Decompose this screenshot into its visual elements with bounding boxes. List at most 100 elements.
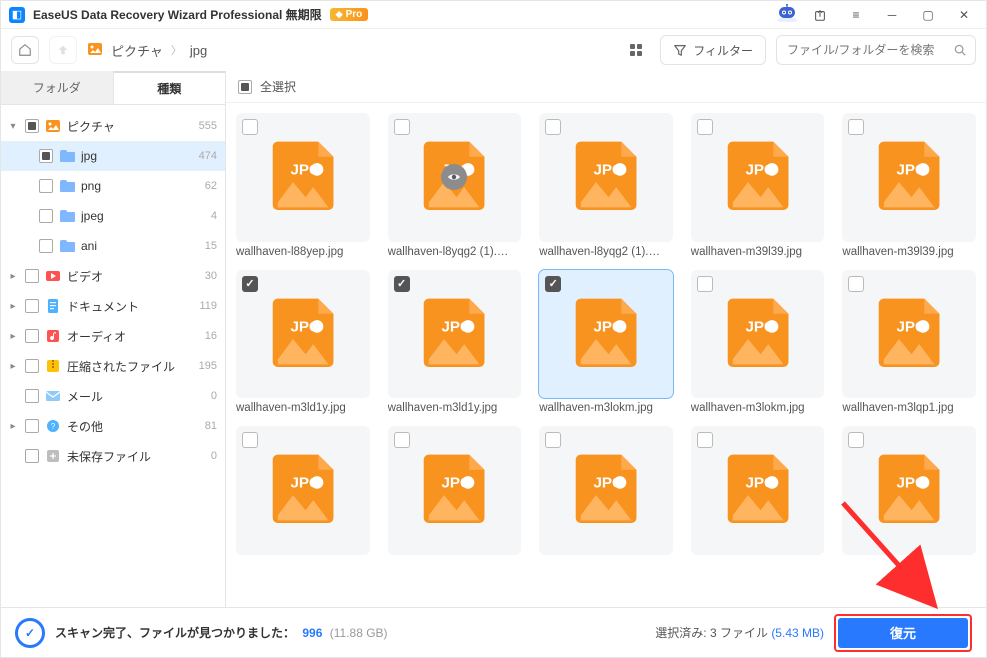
pic-icon <box>45 118 61 134</box>
file-card[interactable]: wallhaven-l88yep.jpg <box>236 113 370 258</box>
tree-item-checkbox[interactable] <box>25 389 39 403</box>
file-card[interactable]: wallhaven-m3lqp1.jpg <box>842 270 976 415</box>
select-all-label: 全選択 <box>260 78 296 95</box>
select-all-row[interactable]: 全選択 <box>226 71 986 103</box>
tree-item-checkbox[interactable] <box>39 179 53 193</box>
file-name: wallhaven-m3ld1y.jpg <box>388 402 522 414</box>
tree-item-checkbox[interactable] <box>25 329 39 343</box>
file-checkbox[interactable] <box>848 276 864 292</box>
sidebar-item-ani[interactable]: ani15 <box>1 231 225 261</box>
menu-button-icon[interactable]: ≡ <box>842 4 870 26</box>
view-toggle-grid[interactable] <box>622 36 650 64</box>
file-card[interactable] <box>236 426 370 559</box>
tree-item-checkbox[interactable] <box>25 299 39 313</box>
assistant-icon[interactable] <box>776 4 798 25</box>
search-input[interactable] <box>785 42 953 58</box>
file-checkbox[interactable] <box>697 119 713 135</box>
chevron-down-icon[interactable]: ▾ <box>7 121 19 132</box>
file-card[interactable]: wallhaven-m39l39.jpg <box>691 113 825 258</box>
file-thumbnail[interactable] <box>236 270 370 399</box>
breadcrumb-item[interactable]: jpg <box>190 43 207 58</box>
tree-item-checkbox[interactable] <box>25 359 39 373</box>
filter-button[interactable]: フィルター <box>660 35 766 65</box>
chevron-right-icon[interactable]: ▸ <box>7 331 19 342</box>
maximize-button-icon[interactable]: ▢ <box>914 4 942 26</box>
minimize-button-icon[interactable]: ─ <box>878 4 906 26</box>
file-card[interactable] <box>539 426 673 559</box>
tree-item-checkbox[interactable] <box>39 149 53 163</box>
export-button-icon[interactable] <box>806 4 834 26</box>
file-card[interactable]: wallhaven-l8yqg2 (1).… <box>539 113 673 258</box>
tab-type[interactable]: 種類 <box>113 71 226 104</box>
file-card[interactable] <box>388 426 522 559</box>
chevron-right-icon[interactable]: ▸ <box>7 301 19 312</box>
breadcrumb-item[interactable]: ピクチャ <box>111 41 163 60</box>
home-button[interactable] <box>11 36 39 64</box>
chevron-right-icon[interactable]: ▸ <box>7 271 19 282</box>
file-card[interactable]: wallhaven-l8yqg2 (1).… <box>388 113 522 258</box>
chevron-right-icon[interactable]: ▸ <box>7 421 19 432</box>
file-checkbox[interactable] <box>545 119 561 135</box>
sidebar-item-archives[interactable]: ▸圧縮されたファイル195 <box>1 351 225 381</box>
file-thumbnail[interactable] <box>842 426 976 555</box>
file-checkbox[interactable] <box>394 119 410 135</box>
tree-item-checkbox[interactable] <box>25 419 39 433</box>
file-thumbnail[interactable] <box>691 426 825 555</box>
recover-button[interactable]: 復元 <box>838 618 968 648</box>
tree-item-checkbox[interactable] <box>25 269 39 283</box>
file-card[interactable]: wallhaven-m39l39.jpg <box>842 113 976 258</box>
sidebar-item-mail[interactable]: メール0 <box>1 381 225 411</box>
close-button-icon[interactable]: ✕ <box>950 4 978 26</box>
file-thumbnail[interactable] <box>388 270 522 399</box>
file-thumbnail[interactable] <box>236 426 370 555</box>
file-thumbnail[interactable] <box>842 270 976 399</box>
file-checkbox[interactable] <box>394 276 410 292</box>
sidebar-item-other[interactable]: ▸その他81 <box>1 411 225 441</box>
file-checkbox[interactable] <box>545 276 561 292</box>
file-thumbnail[interactable] <box>691 113 825 242</box>
file-thumbnail[interactable] <box>539 426 673 555</box>
sidebar-item-documents[interactable]: ▸ドキュメント119 <box>1 291 225 321</box>
file-thumbnail[interactable] <box>539 270 673 399</box>
sidebar-item-videos[interactable]: ▸ビデオ30 <box>1 261 225 291</box>
file-checkbox[interactable] <box>242 432 258 448</box>
tree-item-checkbox[interactable] <box>25 119 39 133</box>
file-checkbox[interactable] <box>394 432 410 448</box>
sidebar-item-jpg[interactable]: jpg474 <box>1 141 225 171</box>
tree-item-checkbox[interactable] <box>25 449 39 463</box>
tab-folder[interactable]: フォルダ <box>1 71 113 104</box>
file-checkbox[interactable] <box>242 119 258 135</box>
file-card[interactable] <box>842 426 976 559</box>
file-checkbox[interactable] <box>848 119 864 135</box>
tree-item-checkbox[interactable] <box>39 239 53 253</box>
up-button[interactable] <box>49 36 77 64</box>
file-card[interactable]: wallhaven-m3lokm.jpg <box>691 270 825 415</box>
jpg-file-icon <box>255 291 351 378</box>
file-thumbnail[interactable] <box>691 270 825 399</box>
tree-item-checkbox[interactable] <box>39 209 53 223</box>
sidebar-item-pictures[interactable]: ▾ピクチャ555 <box>1 111 225 141</box>
selected-size: (5.43 MB) <box>771 626 824 640</box>
file-checkbox[interactable] <box>848 432 864 448</box>
file-checkbox[interactable] <box>545 432 561 448</box>
file-card[interactable]: wallhaven-m3ld1y.jpg <box>236 270 370 415</box>
search-box[interactable] <box>776 35 976 65</box>
file-thumbnail[interactable] <box>388 113 522 242</box>
sidebar-item-jpeg[interactable]: jpeg4 <box>1 201 225 231</box>
file-checkbox[interactable] <box>697 432 713 448</box>
sidebar-item-png[interactable]: png62 <box>1 171 225 201</box>
file-card[interactable] <box>691 426 825 559</box>
file-card[interactable]: wallhaven-m3ld1y.jpg <box>388 270 522 415</box>
select-all-checkbox[interactable] <box>238 80 252 94</box>
sidebar-item-unsaved[interactable]: 未保存ファイル0 <box>1 441 225 471</box>
file-thumbnail[interactable] <box>388 426 522 555</box>
file-thumbnail[interactable] <box>842 113 976 242</box>
file-card[interactable]: wallhaven-m3lokm.jpg <box>539 270 673 415</box>
sidebar-item-audio[interactable]: ▸オーディオ16 <box>1 321 225 351</box>
file-name: wallhaven-m3ld1y.jpg <box>236 402 370 414</box>
file-thumbnail[interactable] <box>236 113 370 242</box>
chevron-right-icon[interactable]: ▸ <box>7 361 19 372</box>
file-checkbox[interactable] <box>697 276 713 292</box>
file-checkbox[interactable] <box>242 276 258 292</box>
file-thumbnail[interactable] <box>539 113 673 242</box>
